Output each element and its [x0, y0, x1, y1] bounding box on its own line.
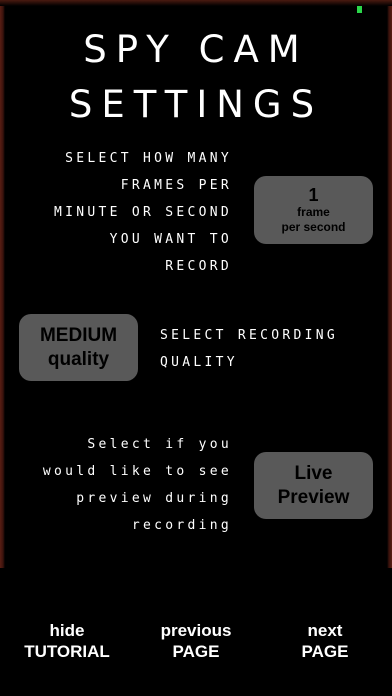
- frames-instruction-line: FRAMES PER: [120, 178, 232, 193]
- next-page-button[interactable]: next PAGE: [270, 620, 380, 662]
- previous-page-line-2: PAGE: [172, 642, 220, 661]
- previous-page-line-1: previous: [160, 621, 232, 640]
- quality-instruction-line: SELECT RECORDING: [160, 328, 339, 343]
- hide-tutorial-line-1: hide: [49, 621, 85, 640]
- quality-label: quality: [47, 348, 110, 370]
- frames-instruction-line: RECORD: [165, 259, 232, 274]
- frames-instruction: SELECT HOW MANY FRAMES PER MINUTE OR SEC…: [54, 145, 232, 280]
- frames-instruction-line: YOU WANT TO: [109, 232, 232, 247]
- live-preview-button[interactable]: Live Preview: [254, 452, 373, 519]
- frame-rate-unit-line-1: frame: [297, 205, 330, 219]
- quality-level: MEDIUM: [39, 324, 118, 346]
- page-title-line-2: SETTINGS: [68, 83, 324, 126]
- frame-rate-value: 1: [308, 185, 319, 205]
- quality-instruction: SELECT RECORDING QUALITY: [160, 322, 338, 376]
- next-page-line-2: PAGE: [301, 642, 349, 661]
- preview-instruction-line: preview during: [76, 491, 232, 506]
- hide-tutorial-button[interactable]: hide TUTORIAL: [12, 620, 122, 662]
- live-preview-line-1: Live: [294, 462, 333, 484]
- page-title-line-1: SPY CAM: [83, 28, 309, 71]
- hide-tutorial-line-2: TUTORIAL: [24, 642, 110, 661]
- preview-instruction-line: Select if you: [87, 437, 232, 452]
- frames-instruction-line: SELECT HOW MANY: [65, 151, 232, 166]
- panel-top-border: [0, 0, 392, 6]
- live-preview-line-2: Preview: [277, 486, 350, 508]
- quality-button[interactable]: MEDIUM quality: [19, 314, 138, 381]
- preview-instruction-line: would like to see: [42, 464, 232, 479]
- status-indicator: [357, 6, 362, 13]
- previous-page-button[interactable]: previous PAGE: [141, 620, 251, 662]
- quality-instruction-line: QUALITY: [160, 355, 238, 370]
- preview-instruction: Select if you would like to see preview …: [43, 431, 232, 539]
- preview-instruction-line: recording: [131, 518, 232, 533]
- frame-rate-unit-line-2: per second: [281, 220, 346, 234]
- next-page-line-1: next: [307, 621, 343, 640]
- frames-instruction-line: MINUTE OR SECOND: [53, 205, 232, 220]
- frame-rate-button[interactable]: 1 frame per second: [254, 176, 373, 244]
